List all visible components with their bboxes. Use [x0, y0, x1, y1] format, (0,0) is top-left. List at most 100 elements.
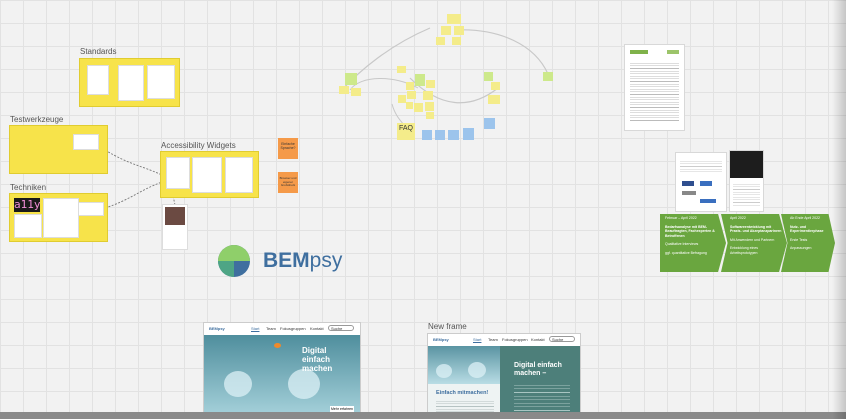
process-step-3[interactable]: Ab Ende April 2022 Nutz- und Experimenti… — [781, 214, 835, 272]
techniken-card[interactable] — [43, 198, 79, 238]
search-input[interactable]: Suche — [328, 325, 354, 331]
jumping-fish — [274, 343, 281, 348]
sticky-note[interactable] — [345, 73, 357, 85]
concept-image-card[interactable] — [730, 151, 763, 211]
process-step-item: Erste Tests — [790, 237, 808, 242]
hero-subtitle: Einfach mitmachen! — [436, 390, 489, 396]
widget-card[interactable] — [192, 157, 222, 193]
site-logo: BEMpsy — [209, 326, 225, 331]
fishbowl — [224, 371, 252, 397]
concept-text — [733, 182, 760, 206]
sticky-note-blue[interactable] — [463, 128, 474, 140]
document-logo — [630, 50, 648, 54]
nav-fokusgruppen[interactable]: Fokusgruppen — [280, 326, 306, 331]
process-step-item: ggf. quantitative Befragung — [665, 250, 707, 255]
bempsy-logo: BEMpsy — [217, 244, 397, 278]
site-hero: Digital einfach machen Mehr erfahren — [204, 335, 360, 419]
partner-logo — [700, 199, 716, 203]
sticky-note[interactable] — [447, 14, 461, 24]
partner-logo — [682, 191, 696, 195]
logo-suffix: psy — [309, 249, 343, 272]
sticky-note[interactable] — [398, 95, 406, 103]
sticky-note[interactable] — [491, 82, 500, 90]
website-mockup-1[interactable]: BEMpsy Start Team Fokusgruppen Kontakt S… — [204, 323, 360, 419]
techniken-card[interactable] — [78, 202, 104, 216]
sticky-note-blue[interactable] — [448, 130, 459, 140]
sticky-note[interactable] — [488, 95, 500, 104]
sticky-note[interactable] — [339, 86, 349, 94]
process-step-date: April 2022 — [730, 216, 746, 220]
site-hero-image — [428, 346, 500, 384]
bempsy-logo-text: BEMpsy — [263, 249, 342, 273]
frame-title-new-frame: New frame — [428, 322, 467, 331]
frame-title-testwerkzeuge: Testwerkzeuge — [10, 115, 64, 124]
techniken-card[interactable] — [14, 214, 42, 238]
sticky-note-einfache-sprache[interactable]: Einfache Sprache? — [278, 138, 298, 159]
partner-logos-panel[interactable] — [676, 153, 726, 211]
frame-title-accessibility-widgets: Accessibility Widgets — [161, 141, 236, 150]
sticky-note[interactable] — [452, 37, 461, 45]
site-logo: BEMpsy — [433, 337, 449, 342]
testwerkzeuge-card[interactable] — [73, 134, 99, 150]
search-input[interactable]: Suche — [549, 336, 575, 342]
sticky-note[interactable] — [543, 72, 553, 81]
sticky-note-grossdruck[interactable]: Browser und eigener Großdruck — [278, 172, 298, 193]
fishbowl — [468, 362, 486, 378]
nav-kontakt[interactable]: Kontakt — [531, 337, 545, 342]
sticky-note[interactable] — [441, 26, 451, 35]
nav-team[interactable]: Team — [488, 337, 498, 342]
nav-start[interactable]: Start — [473, 337, 481, 342]
faq-sticky-note[interactable]: FAQ — [397, 123, 415, 140]
process-step-title: Softwareentwicklung mit Praxis- und Akze… — [730, 224, 782, 234]
accessibility-widgets-frame[interactable] — [161, 152, 258, 197]
bottom-toolbar-edge — [0, 412, 846, 419]
sticky-note[interactable] — [484, 72, 493, 81]
fishbowl — [436, 364, 452, 378]
sticky-note[interactable] — [436, 37, 445, 45]
sticky-note[interactable] — [406, 102, 413, 109]
sticky-note-blue[interactable] — [484, 118, 495, 129]
bempsy-logo-mark — [218, 245, 250, 277]
nav-fokusgruppen[interactable]: Fokusgruppen — [502, 337, 528, 342]
sticky-note[interactable] — [351, 88, 361, 96]
sticky-note-blue[interactable] — [422, 130, 432, 140]
nav-start[interactable]: Start — [251, 326, 259, 331]
nav-kontakt[interactable]: Kontakt — [310, 326, 324, 331]
sticky-note[interactable] — [425, 102, 434, 111]
sticky-note[interactable] — [423, 91, 433, 100]
sticky-note[interactable] — [454, 26, 464, 35]
testwerkzeuge-frame[interactable] — [10, 126, 107, 173]
process-step-1[interactable]: Februar – April 2022 Bedarfsanalyse mit … — [660, 214, 726, 272]
hero-title: Digital einfach machen — [302, 346, 333, 373]
nav-team[interactable]: Team — [266, 326, 276, 331]
frame-title-standards: Standards — [80, 47, 117, 56]
document-page[interactable] — [625, 45, 684, 130]
widget-card[interactable] — [225, 157, 253, 193]
process-step-item: Mit Anwendern und Partnern — [730, 237, 775, 242]
process-step-title: Bedarfsanalyse mit BEM-Beauftragten, Fac… — [665, 224, 715, 238]
sticky-note[interactable] — [414, 103, 423, 112]
site-header: BEMpsy Start Team Fokusgruppen Kontakt S… — [204, 323, 360, 335]
sticky-note[interactable] — [397, 66, 406, 73]
sticky-note[interactable] — [426, 112, 434, 119]
standards-card[interactable] — [118, 65, 144, 101]
process-step-title: Nutz- und Experimentierphase — [790, 224, 824, 234]
hero-title: Digital einfach machen – — [514, 362, 562, 377]
sticky-note-blue[interactable] — [435, 130, 445, 140]
sticky-note[interactable] — [426, 80, 435, 88]
profile-photo — [165, 207, 185, 225]
standards-card[interactable] — [87, 65, 109, 95]
process-step-2[interactable]: April 2022 Softwareentwicklung mit Praxi… — [721, 214, 787, 272]
sticky-note[interactable] — [415, 74, 425, 86]
standards-frame[interactable] — [80, 59, 179, 106]
sticky-note[interactable] — [407, 91, 416, 99]
site-hero-panel: Digital einfach machen – — [500, 346, 580, 419]
whiteboard-canvas[interactable]: Standards Testwerkzeuge Techniken a11y A… — [0, 0, 846, 419]
techniken-frame[interactable]: a11y — [10, 194, 107, 241]
sticky-note[interactable] — [406, 82, 414, 90]
profile-card[interactable] — [162, 204, 188, 250]
website-mockup-2[interactable]: BEMpsy Start Team Fokusgruppen Kontakt S… — [428, 334, 580, 419]
standards-card[interactable] — [147, 65, 175, 99]
widget-card[interactable] — [166, 157, 190, 189]
window-edge-shadow — [832, 0, 846, 419]
